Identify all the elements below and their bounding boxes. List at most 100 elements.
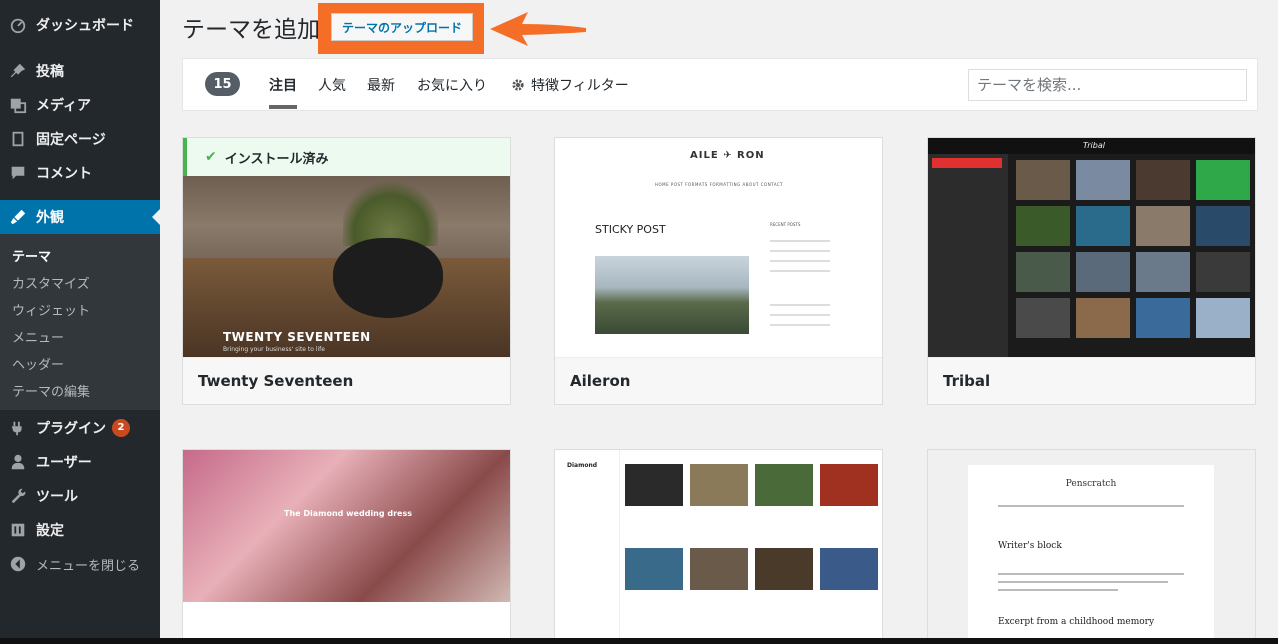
collapse-menu-button[interactable]: メニューを閉じる	[0, 547, 160, 581]
screenshot-post-title: Writer's block	[998, 541, 1062, 551]
sidebar-item-label: ツール	[36, 489, 78, 505]
theme-screenshot: Penscratch Writer's block Excerpt from a…	[928, 450, 1255, 643]
photo-tile	[1016, 252, 1070, 292]
text-line	[770, 270, 830, 272]
sidebar-item-label: 固定ページ	[36, 132, 106, 148]
appearance-submenu: テーマ カスタマイズ ウィジェット メニュー ヘッダー テーマの編集	[0, 234, 160, 410]
text-line	[998, 589, 1118, 591]
screenshot-sidebar	[928, 154, 1008, 357]
plugin-icon	[0, 419, 36, 437]
tab-popular[interactable]: 人気	[318, 75, 346, 95]
sidebar-item-users[interactable]: ユーザー	[0, 445, 160, 479]
page-icon	[0, 130, 36, 148]
comment-icon	[0, 164, 36, 182]
theme-card-magazine[interactable]: Diamond	[554, 449, 883, 644]
theme-screenshot: The Diamond wedding dress	[183, 450, 510, 643]
feature-filter-label: 特徴フィルター	[531, 78, 629, 94]
theme-card-tribal[interactable]: Tribal Tribal	[927, 137, 1256, 405]
photo-tile	[1136, 298, 1190, 338]
sidebar-item-tools[interactable]: ツール	[0, 479, 160, 513]
screenshot-sidebar	[555, 450, 620, 643]
photo-tile	[690, 464, 748, 506]
text-line	[770, 240, 830, 242]
text-line	[998, 573, 1184, 575]
installed-notice: ✔ インストール済み	[183, 138, 510, 176]
photo-tile	[1136, 206, 1190, 246]
sidebar-item-label: 外観	[36, 210, 64, 226]
photo-tile	[1136, 160, 1190, 200]
text-line	[770, 314, 830, 316]
page-title: テーマを追加	[182, 17, 320, 43]
screenshot-logo: AILE ✈ RON	[690, 150, 765, 161]
text-line	[998, 581, 1168, 583]
photo-tile	[755, 548, 813, 590]
pin-icon	[0, 62, 36, 80]
screenshot-subtitle: Bringing your business' site to life	[223, 346, 325, 353]
appearance-icon	[0, 208, 36, 226]
submenu-item-header[interactable]: ヘッダー	[12, 354, 64, 373]
photo-tile	[1196, 298, 1250, 338]
theme-screenshot: Tribal	[928, 138, 1255, 357]
screenshot-footer	[183, 602, 510, 642]
sidebar-item-label: 投稿	[36, 64, 64, 80]
sidebar-item-comments[interactable]: コメント	[0, 156, 160, 190]
pot-graphic	[333, 238, 443, 318]
submenu-item-menus[interactable]: メニュー	[12, 327, 64, 346]
screenshot-paper: Penscratch Writer's block Excerpt from a…	[968, 465, 1214, 643]
sidebar-item-dashboard[interactable]: ダッシュボード	[0, 8, 160, 42]
text-line	[770, 250, 830, 252]
theme-filter-bar: 15 注目 人気 最新 お気に入り 特徴フィルター	[182, 58, 1258, 111]
photo-tile	[1076, 160, 1130, 200]
submenu-item-themes[interactable]: テーマ	[12, 246, 51, 265]
theme-card-wedding[interactable]: The Diamond wedding dress	[182, 449, 511, 644]
sidebar-item-label: コメント	[36, 166, 92, 182]
submenu-item-widgets[interactable]: ウィジェット	[12, 300, 90, 319]
sidebar-item-label: プラグイン	[36, 421, 106, 437]
theme-count-badge: 15	[205, 72, 240, 96]
photo-tile	[1196, 160, 1250, 200]
theme-name: Tribal	[928, 357, 1255, 404]
screenshot-post-title: Excerpt from a childhood memory	[998, 617, 1155, 627]
screenshot-post-title: STICKY POST	[595, 223, 666, 236]
screenshot-photo	[595, 256, 749, 334]
feature-filter-button[interactable]: 特徴フィルター	[511, 75, 629, 95]
screenshot-title: Penscratch	[1065, 479, 1117, 489]
photo-tile	[1076, 298, 1130, 338]
sidebar-item-plugins[interactable]: プラグイン 2	[0, 411, 160, 445]
photo-tile	[755, 464, 813, 506]
sidebar-item-appearance[interactable]: 外観	[0, 200, 160, 234]
theme-card-twenty-seventeen[interactable]: ✔ インストール済み TWENTY SEVENTEEN Bringing you…	[182, 137, 511, 405]
plugin-update-badge: 2	[112, 419, 130, 437]
submenu-item-customize[interactable]: カスタマイズ	[12, 273, 90, 292]
photo-tile	[1196, 252, 1250, 292]
tab-featured[interactable]: 注目	[269, 75, 297, 109]
screenshot-recent-heading: RECENT POSTS	[770, 222, 801, 227]
text-line	[770, 260, 830, 262]
screenshot-title: The Diamond wedding dress	[283, 509, 413, 518]
user-icon	[0, 453, 36, 471]
photo-tile	[1196, 206, 1250, 246]
photo-tile	[820, 464, 878, 506]
tab-latest[interactable]: 最新	[367, 75, 395, 95]
theme-search-input[interactable]	[968, 69, 1247, 101]
photo-tile	[690, 548, 748, 590]
sidebar-item-pages[interactable]: 固定ページ	[0, 122, 160, 156]
theme-name: Aileron	[555, 357, 882, 404]
tab-favorites[interactable]: お気に入り	[417, 75, 487, 95]
sidebar-item-media[interactable]: メディア	[0, 88, 160, 122]
gear-icon	[512, 79, 524, 91]
pointer-arrow-icon	[490, 12, 586, 46]
photo-tile	[1016, 206, 1070, 246]
theme-screenshot: AILE ✈ RON HOME POST FORMATS FORMATTING …	[555, 138, 882, 357]
photo-tile	[820, 548, 878, 590]
submenu-item-theme-editor[interactable]: テーマの編集	[12, 381, 90, 400]
sidebar-item-label: メニューを閉じる	[36, 558, 141, 574]
sidebar-item-settings[interactable]: 設定	[0, 513, 160, 547]
text-line	[770, 324, 830, 326]
theme-card-penscratch[interactable]: Penscratch Writer's block Excerpt from a…	[927, 449, 1256, 644]
upload-theme-button[interactable]: テーマのアップロード	[331, 13, 473, 41]
screenshot-nav: HOME POST FORMATS FORMATTING ABOUT CONTA…	[655, 182, 784, 187]
theme-card-aileron[interactable]: AILE ✈ RON HOME POST FORMATS FORMATTING …	[554, 137, 883, 405]
sidebar-item-posts[interactable]: 投稿	[0, 54, 160, 88]
screenshot-site-name: Diamond	[567, 462, 598, 469]
